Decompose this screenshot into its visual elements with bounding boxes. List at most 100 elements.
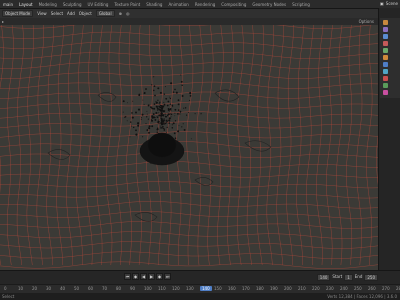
frame-range: 140 Start 1 End 250 <box>316 274 378 281</box>
tab-animation[interactable]: Animation <box>165 2 191 7</box>
tab-rendering[interactable]: Rendering <box>192 2 218 7</box>
prev-keyframe-icon[interactable]: ◆ <box>132 273 139 280</box>
ruler-tick: 60 <box>88 286 94 291</box>
scene-name: Scene <box>385 1 398 6</box>
options-label[interactable]: Options <box>359 19 374 24</box>
end-label: End <box>354 274 363 279</box>
cursor-icon[interactable]: ▸ <box>2 19 4 24</box>
grid-line <box>246 25 254 266</box>
grid-line <box>106 25 113 266</box>
particle <box>148 127 150 129</box>
particle <box>163 118 165 120</box>
particle <box>151 125 154 128</box>
3d-viewport[interactable] <box>0 25 378 270</box>
object-props-icon[interactable] <box>383 55 388 60</box>
view-menu[interactable]: View <box>37 11 47 16</box>
particle <box>154 118 157 121</box>
particle <box>163 103 166 106</box>
particle <box>155 100 157 102</box>
particle <box>137 122 140 125</box>
modifier-icon[interactable] <box>383 62 388 67</box>
physics-icon[interactable] <box>383 76 388 81</box>
particle <box>163 118 165 120</box>
render-icon[interactable] <box>383 27 388 32</box>
jump-end-icon[interactable]: ⏭ <box>164 273 171 280</box>
grid-line <box>0 25 373 29</box>
particle <box>177 109 180 111</box>
current-frame-field[interactable]: 140 <box>316 274 331 281</box>
particle <box>174 115 176 117</box>
scene-props-icon[interactable] <box>383 41 388 46</box>
tab-modeling[interactable]: Modeling <box>36 2 60 7</box>
particle <box>156 116 158 118</box>
output-icon[interactable] <box>383 34 388 39</box>
select-menu[interactable]: Select <box>51 11 63 16</box>
world-icon[interactable] <box>383 48 388 53</box>
tool-icon[interactable] <box>383 20 388 25</box>
particle <box>131 116 134 119</box>
grid-line <box>206 25 214 266</box>
particle <box>182 123 184 125</box>
transform-orientation-dropdown[interactable]: Global <box>95 10 115 17</box>
material-icon[interactable] <box>383 90 388 95</box>
particle <box>177 103 180 106</box>
particle <box>147 118 149 120</box>
play-icon[interactable]: ▶ <box>148 273 155 280</box>
particle <box>151 107 154 110</box>
end-frame-field[interactable]: 250 <box>364 274 378 281</box>
tab-scripting[interactable]: Scripting <box>289 2 313 7</box>
timeline-panel: ⏮ ◆ ◀ ▶ ◆ ⏭ 140 Start 1 End 250 <box>0 270 400 285</box>
particle <box>164 121 165 123</box>
particles-icon[interactable] <box>383 69 388 74</box>
grid-line <box>76 25 84 266</box>
tab-geometry-nodes[interactable]: Geometry Nodes <box>249 2 289 7</box>
ruler-tick: 0 <box>4 286 7 291</box>
particle <box>167 112 169 114</box>
play-reverse-icon[interactable]: ◀ <box>140 273 147 280</box>
particle <box>159 101 161 104</box>
grid-line <box>286 25 294 266</box>
snap-icon[interactable]: ⊕ <box>119 11 122 16</box>
jump-start-icon[interactable]: ⏮ <box>124 273 131 280</box>
particle <box>169 103 172 105</box>
particle <box>170 113 173 116</box>
scene-selector[interactable]: ▣ Scene <box>380 1 398 6</box>
particle <box>174 112 176 114</box>
proportional-edit-icon[interactable]: ◎ <box>126 11 130 16</box>
tab-shading[interactable]: Shading <box>143 2 165 7</box>
particle <box>174 137 177 140</box>
grid-line <box>136 25 143 266</box>
next-keyframe-icon[interactable]: ◆ <box>156 273 163 280</box>
grid-line <box>186 25 194 266</box>
status-bar: Select Verts 12,384 | Faces 12,096 | 3.6… <box>0 293 400 300</box>
particle <box>177 113 179 115</box>
particle <box>188 112 190 114</box>
particle <box>172 122 175 125</box>
grid-line <box>0 25 4 266</box>
tab-uv-editing[interactable]: UV Editing <box>85 2 112 7</box>
start-frame-field[interactable]: 1 <box>344 274 353 281</box>
object-menu[interactable]: Object <box>79 11 92 16</box>
particle <box>155 101 158 104</box>
particle <box>179 113 181 115</box>
grid-line <box>0 41 378 49</box>
status-left: Select <box>2 294 15 299</box>
ruler-tick: 270 <box>382 286 390 291</box>
tab-texture-paint[interactable]: Texture Paint <box>111 2 143 7</box>
particle <box>155 111 158 115</box>
tab-layout[interactable]: Layout <box>16 2 36 7</box>
grid-line <box>0 211 378 219</box>
tab-compositing[interactable]: Compositing <box>218 2 249 7</box>
constraints-icon[interactable] <box>383 83 388 88</box>
grid-line <box>196 25 204 266</box>
particle <box>141 117 143 119</box>
tab-sculpting[interactable]: Sculpting <box>60 2 85 7</box>
particle <box>122 100 125 103</box>
add-menu[interactable]: Add <box>67 11 75 16</box>
central-mesh <box>139 132 185 166</box>
grid-line <box>0 221 378 229</box>
particle <box>122 111 124 113</box>
object-mode-dropdown[interactable]: Object Mode <box>2 10 34 17</box>
playhead-frame[interactable]: 140 <box>200 286 212 291</box>
viewport-canvas[interactable] <box>0 25 378 270</box>
